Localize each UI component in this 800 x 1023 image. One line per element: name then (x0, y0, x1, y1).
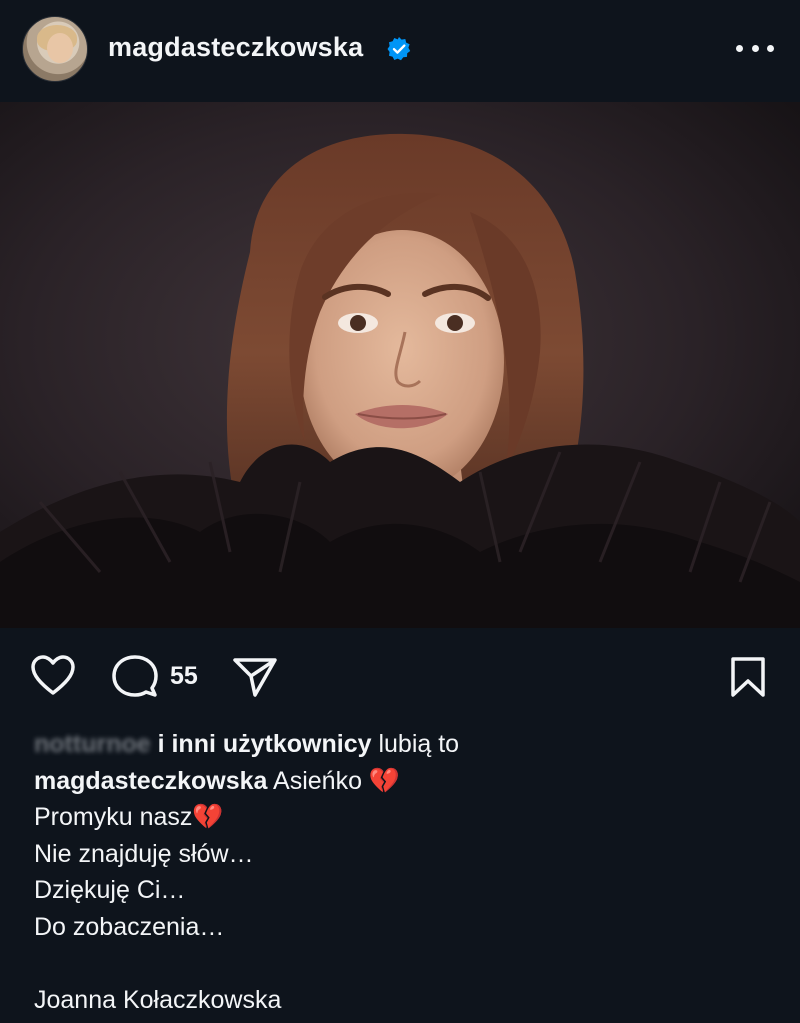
send-icon[interactable] (232, 656, 278, 698)
caption-first-line: magdasteczkowska Asieńko 💔 (34, 763, 774, 800)
post-caption: notturnoe i inni użytkownicy lubią to ma… (34, 726, 774, 1018)
comment-icon[interactable] (112, 654, 158, 698)
liked-by-suffix[interactable]: i inni użytkownicy (158, 730, 372, 758)
liked-by-row[interactable]: notturnoe i inni użytkownicy lubią to (34, 726, 774, 763)
caption-username[interactable]: magdasteczkowska (34, 767, 267, 795)
caption-line: Nie znajduję słów… (34, 839, 254, 868)
post-photo[interactable] (0, 102, 800, 628)
post-actions (0, 628, 800, 728)
verified-badge-icon (387, 37, 411, 61)
liked-by-name[interactable]: notturnoe (34, 726, 151, 763)
more-options-icon[interactable] (736, 38, 774, 58)
avatar-face (47, 33, 73, 63)
more-dot (767, 44, 774, 52)
comment-count[interactable]: 55 (170, 662, 198, 691)
bookmark-icon[interactable] (730, 656, 766, 698)
caption-line: Do zobaczenia… (34, 912, 225, 941)
portrait-illustration (0, 102, 800, 628)
more-dot (736, 44, 743, 52)
more-dot (751, 44, 759, 52)
caption-line: Dziękuję Ci… (34, 876, 186, 904)
post-header: magdasteczkowska (0, 0, 800, 102)
liked-by-tail: lubią to (378, 730, 460, 758)
avatar[interactable] (22, 16, 88, 82)
heart-icon[interactable] (30, 654, 76, 696)
caption-line: Promyku nasz💔 (34, 803, 224, 831)
caption-line: Joanna Kołaczkowska (34, 985, 282, 1014)
caption-text: Asieńko 💔 (273, 766, 401, 795)
username[interactable]: magdasteczkowska (108, 32, 363, 63)
